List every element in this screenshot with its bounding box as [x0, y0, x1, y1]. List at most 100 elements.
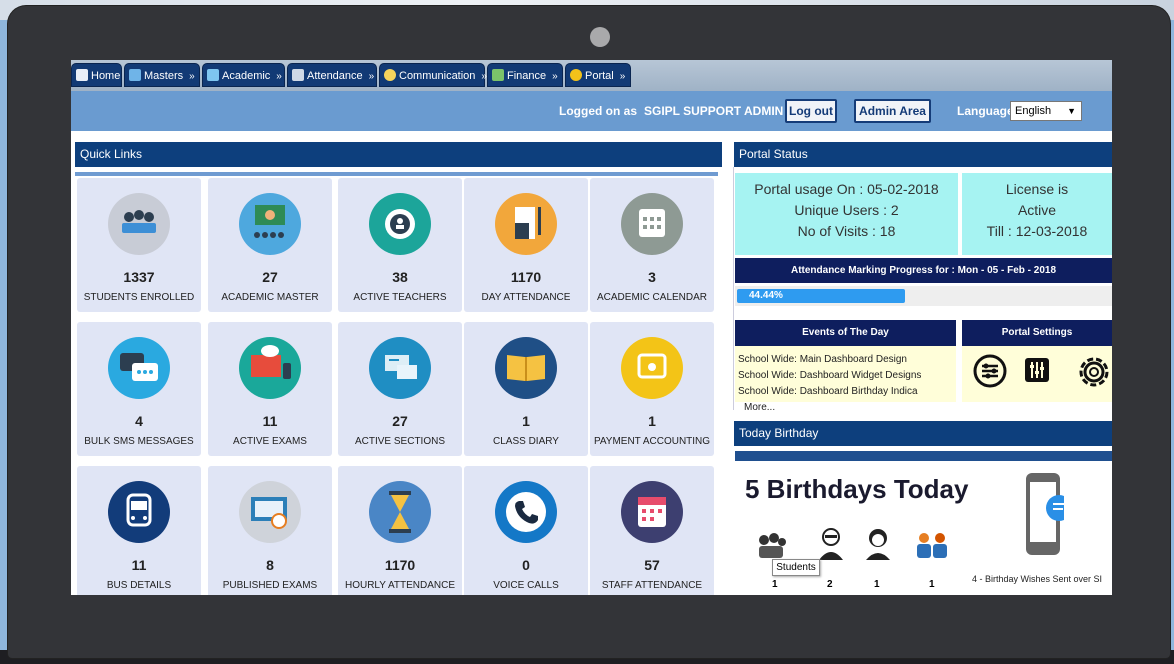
unique-users-text: Unique Users : 2: [794, 202, 899, 218]
event-item: School Wide: Dashboard Widget Designs: [738, 370, 922, 381]
card-published-exams[interactable]: 8 PUBLISHED EXAMS: [208, 466, 332, 595]
card-label: ACADEMIC MASTER: [221, 292, 319, 303]
tab-portal[interactable]: Portal »: [565, 63, 631, 87]
masters-icon: [129, 69, 141, 81]
license-status: Active: [1017, 202, 1057, 218]
birthday-count: 1: [772, 579, 778, 590]
attendance-progress-fill: 44.44%: [737, 289, 905, 303]
logout-button[interactable]: Log out: [785, 99, 837, 123]
document-icon: [495, 193, 557, 255]
card-active-teachers[interactable]: 38 ACTIVE TEACHERS: [338, 178, 462, 312]
card-value: 38: [392, 269, 408, 285]
card-value: 27: [392, 413, 408, 429]
card-academic-master[interactable]: 27 ACADEMIC MASTER: [208, 178, 332, 312]
event-item: School Wide: Dashboard Birthday Indica: [738, 386, 918, 397]
card-staff-attendance[interactable]: 57 STAFF ATTENDANCE: [590, 466, 714, 595]
staff-group-icon[interactable]: [912, 526, 952, 562]
card-students-enrolled[interactable]: 1337 STUDENTS ENROLLED: [77, 178, 201, 312]
tab-attendance[interactable]: Attendance »: [287, 63, 377, 87]
quick-links-divider: [75, 172, 718, 176]
language-select[interactable]: English ▼: [1010, 101, 1082, 121]
exam-icon: [239, 337, 301, 399]
card-label: BUS DETAILS: [106, 580, 172, 591]
calendar-icon: [621, 193, 683, 255]
quick-links-header: Quick Links: [75, 142, 722, 167]
published-exams-icon: [239, 481, 301, 543]
birthday-count: 1: [874, 579, 880, 590]
logged-on-label: Logged on as: [559, 104, 637, 118]
event-item: School Wide: Main Dashboard Design: [738, 354, 907, 365]
attendance-progress-title: Attendance Marking Progress for : Mon - …: [735, 258, 1112, 283]
chevron-right-icon: »: [619, 71, 626, 82]
card-label: ACTIVE TEACHERS: [353, 292, 447, 303]
birthday-headline: 5 Birthdays Today: [745, 474, 969, 504]
sms-icon: [108, 337, 170, 399]
finance-icon: [492, 69, 504, 81]
tab-label: Communication: [399, 70, 476, 82]
students-tooltip: Students: [772, 559, 820, 576]
card-bus-details[interactable]: 11 BUS DETAILS: [77, 466, 201, 595]
portal-usage-text: Portal usage On : 05-02-2018: [754, 181, 939, 197]
license-till: Till : 12-03-2018: [986, 223, 1088, 239]
card-label: STAFF ATTENDANCE: [601, 580, 703, 591]
gear-icon[interactable]: [1074, 352, 1112, 392]
card-value: 27: [262, 269, 278, 285]
card-label: ACTIVE EXAMS: [233, 436, 307, 447]
tab-home[interactable]: Home: [71, 63, 122, 87]
card-label: PAYMENT ACCOUNTING: [593, 436, 711, 447]
user-name: SGIPL SUPPORT ADMIN: [644, 104, 784, 118]
card-label: VOICE CALLS: [493, 580, 559, 591]
events-list: School Wide: Main Dashboard Design Schoo…: [735, 346, 956, 413]
tab-label: Finance: [507, 70, 547, 82]
events-more-link[interactable]: More...: [744, 402, 775, 413]
card-bulk-sms[interactable]: 4 BULK SMS MESSAGES: [77, 322, 201, 456]
sliders-icon[interactable]: [973, 354, 1007, 388]
tab-academic[interactable]: Academic »: [202, 63, 285, 87]
teacher-man-icon[interactable]: [816, 526, 846, 562]
hourglass-icon: [369, 481, 431, 543]
attendance-progress-label: 44.44%: [749, 290, 783, 301]
communication-icon: [384, 69, 396, 81]
chevron-right-icon: »: [189, 71, 195, 82]
card-class-diary[interactable]: 1 CLASS DIARY: [464, 322, 588, 456]
card-label: ACTIVE SECTIONS: [354, 436, 445, 447]
card-value: 57: [644, 557, 660, 573]
mobile-message-icon: [1024, 472, 1072, 556]
students-group-icon[interactable]: [754, 526, 790, 562]
card-payment-accounting[interactable]: 1 PAYMENT ACCOUNTING: [590, 322, 714, 456]
portal-usage-box: Portal usage On : 05-02-2018 Unique User…: [735, 173, 958, 255]
portal-icon: [570, 69, 582, 81]
phone-icon: [495, 481, 557, 543]
students-icon: [108, 193, 170, 255]
chevron-right-icon: »: [552, 71, 558, 82]
tab-finance[interactable]: Finance »: [487, 63, 563, 87]
language-value: English: [1015, 105, 1052, 117]
card-hourly-attendance[interactable]: 1170 HOURLY ATTENDANCE: [338, 466, 462, 595]
events-header: Events of The Day: [735, 320, 956, 346]
card-academic-calendar[interactable]: 3 ACADEMIC CALENDAR: [590, 178, 714, 312]
card-voice-calls[interactable]: 0 VOICE CALLS: [464, 466, 588, 595]
card-value: 3: [648, 269, 656, 285]
card-value: 1337: [123, 269, 155, 285]
home-icon: [76, 69, 88, 81]
card-active-sections[interactable]: 27 ACTIVE SECTIONS: [338, 322, 462, 456]
admin-area-button[interactable]: Admin Area: [854, 99, 931, 123]
app-screen: Home Masters » Academic » Attendance » Comm…: [71, 60, 1112, 595]
equalizer-icon[interactable]: [1023, 356, 1051, 384]
woman-icon[interactable]: [863, 526, 893, 562]
teacher-icon: [369, 193, 431, 255]
birthday-header: Today Birthday: [734, 421, 1112, 446]
card-active-exams[interactable]: 11 ACTIVE EXAMS: [208, 322, 332, 456]
card-value: 11: [131, 557, 147, 573]
card-label: BULK SMS MESSAGES: [84, 436, 194, 447]
card-label: CLASS DIARY: [493, 436, 559, 447]
card-value: 4: [135, 413, 143, 429]
tab-communication[interactable]: Communication»: [379, 63, 487, 87]
portal-settings-box: [962, 346, 1112, 402]
tab-masters[interactable]: Masters »: [124, 63, 200, 87]
card-label: DAY ATTENDANCE: [481, 292, 571, 303]
license-line1: License is: [1005, 181, 1069, 197]
classroom-icon: [239, 193, 301, 255]
card-day-attendance[interactable]: 1170 DAY ATTENDANCE: [464, 178, 588, 312]
bus-icon: [108, 481, 170, 543]
